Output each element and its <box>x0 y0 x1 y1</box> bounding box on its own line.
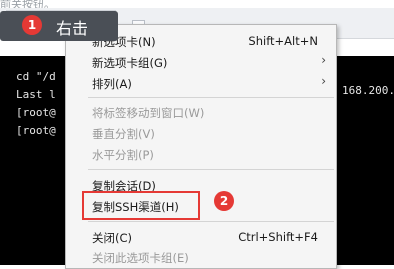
menu-item-label: 新选项卡组(G) <box>92 56 168 70</box>
menu-divider <box>88 97 334 98</box>
page-note-text: 前关按钮。 <box>0 0 55 11</box>
tooltip-label: 右击 <box>56 19 89 38</box>
menu-divider <box>88 169 334 170</box>
menu-item-label: 关闭(C) <box>92 231 133 245</box>
terminal-line: cd "/d <box>16 70 56 83</box>
annotation-highlight-box <box>82 191 200 220</box>
menu-item-label: 排列(A) <box>92 77 132 91</box>
menu-item-close[interactable]: 关闭(C) Ctrl+Shift+F4 <box>66 227 336 247</box>
right-click-tooltip: 1 右击 <box>0 11 118 41</box>
menu-item-horizontal-split[interactable]: 水平分割(P) <box>66 144 336 164</box>
menu-item-arrange[interactable]: 排列(A) › <box>66 73 336 93</box>
menu-item-label: 关闭此选项卡组(E) <box>92 251 189 265</box>
menu-item-shortcut: Ctrl+Shift+F4 <box>238 230 318 244</box>
menu-divider <box>88 221 334 222</box>
menu-item-label: 垂直分割(V) <box>92 127 155 141</box>
menu-item-close-tab-group[interactable]: 关闭此选项卡组(E) <box>66 247 336 267</box>
menu-item-shortcut: Shift+Alt+N <box>248 34 318 48</box>
terminal-ip-fragment: 168.200. <box>342 84 394 97</box>
menu-item-new-tab-group[interactable]: 新选项卡组(G) › <box>66 52 336 72</box>
submenu-arrow-icon: › <box>321 74 326 88</box>
step-badge-2: 2 <box>214 191 234 211</box>
menu-item-label: 水平分割(P) <box>92 148 154 162</box>
terminal-line: [root@ <box>16 106 56 119</box>
submenu-arrow-icon: › <box>321 53 326 67</box>
terminal-line: Last l <box>16 88 56 101</box>
step-badge-1: 1 <box>22 15 42 35</box>
menu-item-label: 将标签移动到窗口(W) <box>92 106 205 120</box>
menu-item-move-tab-to-window[interactable]: 将标签移动到窗口(W) <box>66 102 336 122</box>
tab-context-menu: 新选项卡(N) Shift+Alt+N 新选项卡组(G) › 排列(A) › 将… <box>65 24 337 269</box>
terminal-line: [root@ <box>16 124 56 137</box>
menu-item-vertical-split[interactable]: 垂直分割(V) <box>66 123 336 143</box>
